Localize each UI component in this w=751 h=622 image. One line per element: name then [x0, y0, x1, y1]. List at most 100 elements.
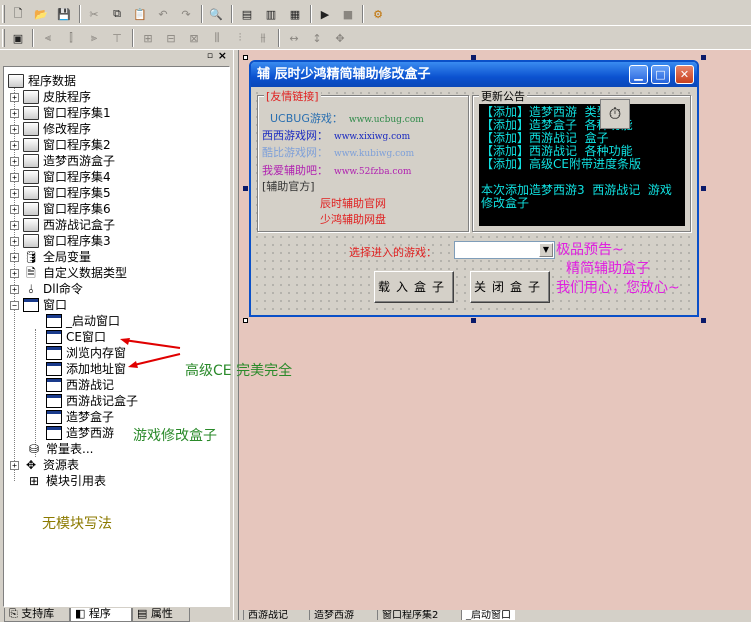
window-item[interactable]: 浏览内存窗: [46, 345, 126, 361]
resize-handle[interactable]: [701, 186, 706, 191]
tree-item[interactable]: + 🛢 全局变量: [10, 249, 91, 265]
form-title-bar[interactable]: 辅 辰时少鸿精简辅助修改盒子 ▁ □ ✕: [251, 62, 697, 87]
layout2-icon[interactable]: ▥: [262, 5, 280, 23]
expand-icon[interactable]: +: [10, 236, 19, 246]
window-item[interactable]: 西游战记盒子: [46, 393, 138, 409]
align-top-icon[interactable]: ⊤: [108, 29, 126, 47]
maximize-icon[interactable]: □: [651, 65, 670, 84]
tree-item[interactable]: + 窗口程序集2: [10, 137, 111, 153]
v-space2-icon[interactable]: ⫵: [254, 29, 272, 47]
paste-icon[interactable]: 📋: [131, 5, 149, 23]
align-left-icon[interactable]: ⫷: [39, 29, 57, 47]
expand-icon[interactable]: +: [10, 92, 19, 102]
resize-handle[interactable]: [243, 186, 248, 191]
collapse-icon[interactable]: −: [10, 300, 19, 310]
undo-icon[interactable]: ↶: [154, 5, 172, 23]
new-icon[interactable]: 🗋: [9, 5, 27, 23]
window-item[interactable]: 添加地址窗: [46, 361, 126, 377]
tree-item[interactable]: + 窗口程序集3: [10, 233, 111, 249]
save-icon[interactable]: 💾: [55, 5, 73, 23]
tree-item[interactable]: + 窗口程序集4: [10, 169, 111, 185]
align-center-icon[interactable]: ⫿: [62, 29, 80, 47]
h-space-icon[interactable]: ⫼: [208, 29, 226, 47]
resize-handle[interactable]: [471, 55, 476, 60]
find-icon[interactable]: 🔍: [207, 5, 225, 23]
timer-icon[interactable]: ⏱: [600, 99, 630, 129]
link-kubi[interactable]: 酷比游戏网： www.kubiwg.com: [262, 144, 414, 160]
layout1-icon[interactable]: ▤: [238, 5, 256, 23]
game-select[interactable]: ▼: [454, 241, 555, 259]
tree-item[interactable]: + ⫰ Dll命令: [10, 281, 83, 297]
tree-item[interactable]: + ✥ 资源表: [10, 457, 79, 473]
center-v-icon[interactable]: ↕: [308, 29, 326, 47]
expand-icon[interactable]: +: [10, 140, 19, 150]
center-h-icon[interactable]: ↔: [285, 29, 303, 47]
resize-handle[interactable]: [701, 55, 706, 60]
expand-icon[interactable]: +: [10, 124, 19, 134]
tree-item[interactable]: ⛁ 常量表...: [26, 441, 93, 457]
close-box-button[interactable]: 关闭盒子: [470, 271, 550, 303]
layout3-icon[interactable]: ▦: [286, 5, 304, 23]
doc-tab[interactable]: 造梦西游: [309, 610, 358, 620]
copy-icon[interactable]: ⧉: [108, 5, 126, 23]
pin-icon[interactable]: ▫: [207, 51, 213, 61]
compile-icon[interactable]: ⚙: [369, 5, 387, 23]
window-item[interactable]: CE窗口: [46, 329, 106, 345]
window-item[interactable]: 西游战记: [46, 377, 114, 393]
panel-close-icon[interactable]: ×: [218, 49, 227, 62]
expand-icon[interactable]: +: [10, 460, 19, 470]
tree-item[interactable]: + 西游战记盒子: [10, 217, 115, 233]
expand-icon[interactable]: +: [10, 172, 19, 182]
same-size-icon[interactable]: ⊠: [185, 29, 203, 47]
expand-icon[interactable]: +: [10, 156, 19, 166]
expand-icon[interactable]: +: [10, 204, 19, 214]
chevron-down-icon[interactable]: ▼: [539, 243, 553, 257]
annotation-no-module: 无模块写法: [42, 516, 112, 532]
tree-item[interactable]: + 窗口程序集6: [10, 201, 111, 217]
expand-icon[interactable]: +: [10, 188, 19, 198]
center-both-icon[interactable]: ✥: [331, 29, 349, 47]
doc-tab-active[interactable]: _启动窗口: [461, 610, 515, 620]
link-xixi[interactable]: 西西游戏网： www.xixiwg.com: [262, 127, 410, 143]
same-height-icon[interactable]: ⊟: [162, 29, 180, 47]
tree-item[interactable]: + 造梦西游盒子: [10, 153, 115, 169]
link-official-site[interactable]: 辰时辅助官网: [320, 195, 386, 211]
tree-item[interactable]: + 皮肤程序: [10, 89, 91, 105]
tree-item[interactable]: + 窗口程序集5: [10, 185, 111, 201]
tree-item[interactable]: ⊞ 模块引用表: [26, 473, 106, 489]
form-icon[interactable]: ▣: [9, 29, 27, 47]
expand-icon[interactable]: +: [10, 252, 19, 262]
tree-item[interactable]: + 窗口程序集1: [10, 105, 111, 121]
link-netdisk[interactable]: 少鸿辅助网盘: [320, 211, 386, 227]
expand-icon[interactable]: +: [10, 108, 19, 118]
stop-icon[interactable]: ■: [339, 5, 357, 23]
resize-handle[interactable]: [243, 55, 248, 60]
doc-tab[interactable]: 西游战记: [243, 610, 292, 620]
window-item[interactable]: _启动窗口: [46, 313, 120, 329]
link-52fzba[interactable]: 我爱辅助吧： www.52fzba.com: [262, 162, 411, 178]
v-space-icon[interactable]: ⫶: [231, 29, 249, 47]
tree-item[interactable]: − 窗口: [10, 297, 67, 313]
expand-icon[interactable]: +: [10, 284, 19, 294]
align-right-icon[interactable]: ⫸: [85, 29, 103, 47]
doc-tab[interactable]: 窗口程序集2: [377, 610, 442, 620]
expand-icon[interactable]: +: [10, 220, 19, 230]
window-item[interactable]: 造梦西游: [46, 425, 114, 441]
link-ucbug[interactable]: UCBUG游戏： www.ucbug.com: [270, 110, 424, 126]
tree-root[interactable]: 程序数据: [8, 73, 76, 89]
minimize-icon[interactable]: ▁: [629, 65, 648, 84]
tree-item[interactable]: + 修改程序: [10, 121, 91, 137]
run-icon[interactable]: ▶: [316, 5, 334, 23]
tree-item[interactable]: + 🗎 自定义数据类型: [10, 265, 127, 281]
cut-icon[interactable]: ✂: [85, 5, 103, 23]
resize-handle[interactable]: [243, 318, 248, 323]
load-box-button[interactable]: 载入盒子: [374, 271, 454, 303]
resize-handle[interactable]: [471, 318, 476, 323]
window-item[interactable]: 造梦盒子: [46, 409, 114, 425]
expand-icon[interactable]: +: [10, 268, 19, 278]
open-icon[interactable]: 📂: [32, 5, 50, 23]
redo-icon[interactable]: ↷: [177, 5, 195, 23]
same-width-icon[interactable]: ⊞: [139, 29, 157, 47]
resize-handle[interactable]: [701, 318, 706, 323]
close-icon[interactable]: ✕: [675, 65, 694, 84]
